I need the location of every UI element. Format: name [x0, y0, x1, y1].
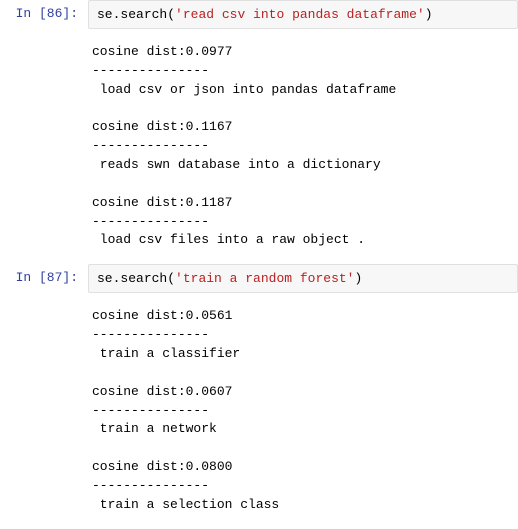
prompt-suffix: ]:: [62, 270, 78, 285]
code-string: 'read csv into pandas dataframe': [175, 7, 425, 22]
input-cell: In [87]: se.search('train a random fores…: [0, 264, 518, 293]
prompt-number: 87: [47, 270, 63, 285]
code-paren-close: ): [425, 7, 433, 22]
code-object: se: [97, 7, 113, 22]
code-paren-close: ): [354, 271, 362, 286]
prompt-prefix: In [: [16, 6, 47, 21]
code-string: 'train a random forest': [175, 271, 354, 286]
code-input[interactable]: se.search('train a random forest'): [88, 264, 518, 293]
prompt-suffix: ]:: [62, 6, 78, 21]
output-text: cosine dist:0.0561 --------------- train…: [88, 301, 518, 520]
output-prompt: [0, 37, 88, 256]
code-paren-open: (: [167, 7, 175, 22]
code-paren-open: (: [167, 271, 175, 286]
output-cell: cosine dist:0.0977 --------------- load …: [0, 37, 518, 256]
output-text: cosine dist:0.0977 --------------- load …: [88, 37, 518, 256]
code-method: search: [120, 7, 167, 22]
code-input[interactable]: se.search('read csv into pandas datafram…: [88, 0, 518, 29]
input-cell: In [86]: se.search('read csv into pandas…: [0, 0, 518, 29]
output-cell: cosine dist:0.0561 --------------- train…: [0, 301, 518, 520]
input-prompt: In [86]:: [0, 0, 88, 29]
prompt-number: 86: [47, 6, 63, 21]
input-prompt: In [87]:: [0, 264, 88, 293]
code-object: se: [97, 271, 113, 286]
output-prompt: [0, 301, 88, 520]
code-method: search: [120, 271, 167, 286]
prompt-prefix: In [: [16, 270, 47, 285]
